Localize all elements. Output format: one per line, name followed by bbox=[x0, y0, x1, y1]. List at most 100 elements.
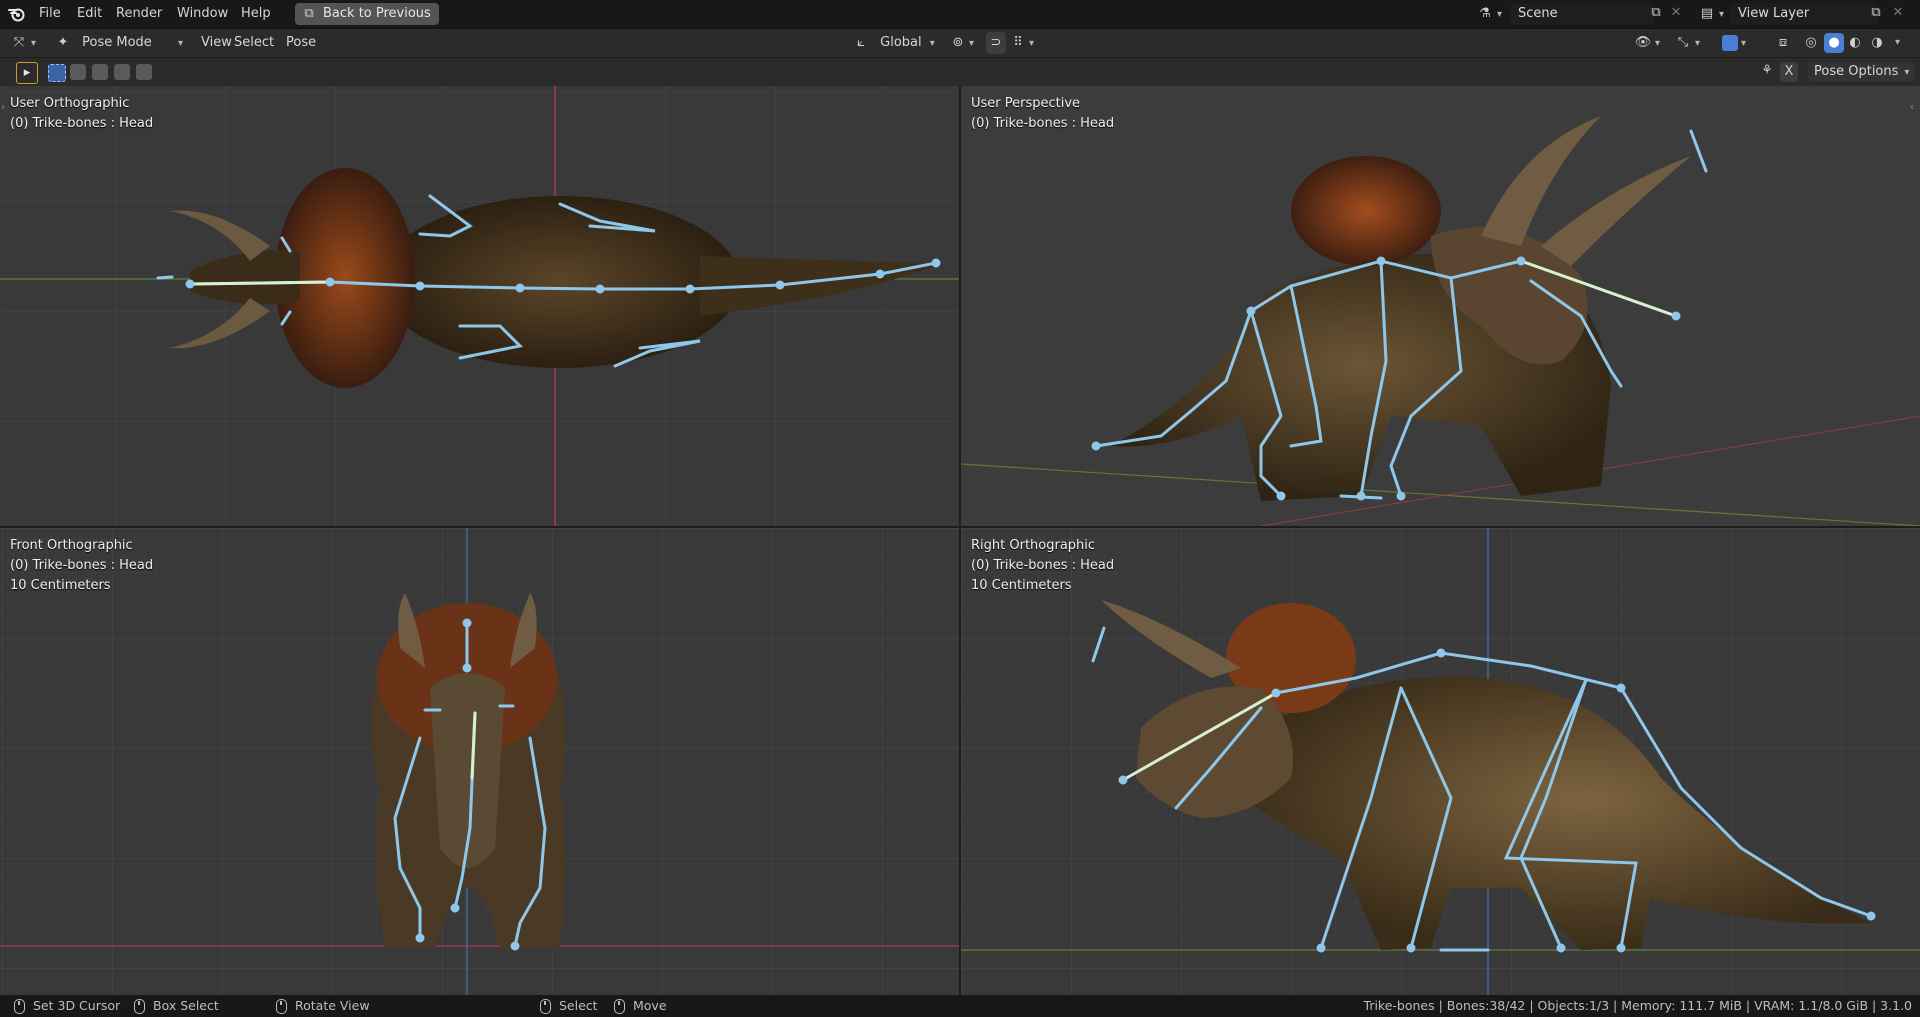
viewport-bottom-right[interactable]: Right Orthographic (0) Trike-bones : Hea… bbox=[961, 528, 1920, 995]
menu-help[interactable]: Help bbox=[234, 0, 278, 28]
sidebar-expand-icon[interactable]: ‹ bbox=[1910, 102, 1914, 113]
menu-render[interactable]: Render bbox=[109, 0, 169, 28]
view-name: User Perspective bbox=[971, 96, 1081, 111]
viewport-overlay-info: Right Orthographic (0) Trike-bones : Hea… bbox=[971, 536, 1114, 596]
xray-icon[interactable]: ⧈ bbox=[1774, 33, 1792, 53]
chevron-down-icon: ▾ bbox=[1904, 67, 1910, 78]
solid-shading-icon[interactable]: ● bbox=[1824, 33, 1844, 53]
pose-mode-icon: ✦ bbox=[57, 35, 69, 50]
mouse-left-icon bbox=[540, 999, 551, 1014]
chevron-down-icon: ▾ bbox=[1741, 38, 1747, 49]
status-hint-label: Select bbox=[559, 998, 598, 1013]
view-layer-selector[interactable]: ▤ ▾ bbox=[1698, 3, 1724, 25]
mirror-icon[interactable]: ⚘ bbox=[1758, 63, 1776, 78]
grid-scale: 10 Centimeters bbox=[971, 578, 1072, 593]
viewport-top-left[interactable]: User Orthographic (0) Trike-bones : Head bbox=[0, 86, 959, 526]
overlays-selector[interactable]: ▾ bbox=[1722, 33, 1746, 53]
active-object: (0) Trike-bones : Head bbox=[971, 116, 1115, 131]
editor-type-selector[interactable]: ⤧ ▾ bbox=[10, 32, 36, 54]
back-to-previous-button[interactable]: ⧉ Back to Previous bbox=[295, 3, 439, 25]
chevron-down-icon: ▾ bbox=[177, 38, 183, 49]
transform-orientation-selector[interactable]: ⟀ Global ▾ bbox=[852, 32, 935, 54]
scene-selector[interactable]: ⚗ ▾ bbox=[1476, 3, 1502, 25]
menu-file[interactable]: File bbox=[32, 0, 68, 28]
screen-back-icon: ⧉ bbox=[304, 6, 314, 21]
status-hint-move: Move bbox=[614, 995, 667, 1017]
set-new-selection-icon[interactable] bbox=[48, 64, 66, 82]
new-view-layer-icon[interactable]: ⧉ bbox=[1868, 5, 1884, 20]
viewport-grid bbox=[961, 116, 1920, 526]
active-object: (0) Trike-bones : Head bbox=[10, 558, 154, 573]
pivot-point-selector[interactable]: ⊚ ▾ bbox=[950, 32, 974, 54]
back-to-previous-label: Back to Previous bbox=[323, 6, 431, 21]
extend-selection-icon[interactable] bbox=[70, 64, 86, 80]
status-hint-set-3d-cursor: Set 3D Cursor bbox=[14, 995, 120, 1017]
visibility-selector[interactable]: 👁 ▾ bbox=[1634, 32, 1660, 54]
status-bar: Set 3D Cursor Box Select Rotate View Sel… bbox=[0, 995, 1920, 1017]
mode-selector[interactable]: ✦ Pose Mode ▾ bbox=[54, 32, 183, 54]
toolbar-expand-icon[interactable]: › bbox=[1, 102, 5, 113]
viewport-top-right[interactable]: User Perspective (0) Trike-bones : Head bbox=[961, 86, 1920, 526]
mouse-drag-icon bbox=[134, 999, 145, 1014]
chevron-down-icon: ▾ bbox=[1655, 38, 1661, 49]
wireframe-shading-icon[interactable]: ◎ bbox=[1802, 33, 1820, 53]
status-hint-label: Move bbox=[633, 998, 667, 1013]
viewport-overlay-info: Front Orthographic (0) Trike-bones : Hea… bbox=[10, 536, 153, 596]
close-icon[interactable]: ✕ bbox=[1668, 5, 1684, 20]
mouse-left-icon bbox=[14, 999, 25, 1014]
status-hint-label: Rotate View bbox=[295, 998, 370, 1013]
status-hint-label: Box Select bbox=[153, 998, 219, 1013]
orientation-label: Global bbox=[880, 35, 922, 50]
active-object: (0) Trike-bones : Head bbox=[10, 116, 154, 131]
view-layer-icon: ▤ bbox=[1700, 6, 1714, 21]
menu-pose[interactable]: Pose bbox=[279, 29, 323, 57]
eye-icon: 👁 bbox=[1634, 35, 1652, 50]
status-hint-label: Set 3D Cursor bbox=[33, 998, 121, 1013]
mouse-middle-icon bbox=[276, 999, 287, 1014]
viewport-grid bbox=[0, 86, 959, 526]
blender-logo-icon[interactable] bbox=[8, 6, 26, 22]
material-shading-icon[interactable]: ◐ bbox=[1846, 33, 1864, 53]
chevron-down-icon[interactable]: ▾ bbox=[1895, 37, 1900, 48]
pose-options-label: Pose Options bbox=[1814, 64, 1899, 79]
invert-selection-icon[interactable] bbox=[114, 64, 130, 80]
view-name: Right Orthographic bbox=[971, 538, 1096, 553]
gizmo-icon: ⤡ bbox=[1677, 35, 1689, 50]
chevron-down-icon: ▾ bbox=[1029, 38, 1035, 49]
menu-select[interactable]: Select bbox=[227, 29, 281, 57]
new-scene-icon[interactable]: ⧉ bbox=[1648, 5, 1664, 20]
menu-edit[interactable]: Edit bbox=[70, 0, 109, 28]
gizmo-selector[interactable]: ⤡ ▾ bbox=[1674, 32, 1700, 54]
chevron-down-icon: ▾ bbox=[929, 38, 935, 49]
overlays-icon bbox=[1722, 34, 1738, 51]
chevron-down-icon: ▾ bbox=[1695, 38, 1701, 49]
view-layer-name-field[interactable]: View Layer bbox=[1730, 3, 1878, 25]
pose-options-dropdown[interactable]: Pose Options ▾ bbox=[1808, 62, 1916, 82]
status-hint-rotate-view: Rotate View bbox=[276, 995, 370, 1017]
intersect-selection-icon[interactable] bbox=[136, 64, 152, 80]
snap-grid-icon: ⠿ bbox=[1013, 35, 1023, 50]
viewport-overlay-info: User Orthographic (0) Trike-bones : Head bbox=[10, 94, 153, 134]
view-name: User Orthographic bbox=[10, 96, 130, 111]
viewport-grid bbox=[961, 528, 1920, 995]
viewport-grid bbox=[0, 528, 959, 995]
close-icon[interactable]: ✕ bbox=[1890, 5, 1906, 20]
scene-name-field[interactable]: Scene bbox=[1510, 3, 1654, 25]
select-box-icon[interactable]: ▸ bbox=[16, 62, 38, 84]
scene-statistics: Trike-bones | Bones:38/42 | Objects:1/3 … bbox=[1363, 998, 1912, 1013]
snap-toggle-icon[interactable]: ⊃ bbox=[986, 32, 1006, 54]
chevron-down-icon: ▾ bbox=[1497, 9, 1503, 20]
snap-settings[interactable]: ⠿ ▾ bbox=[1010, 32, 1034, 54]
subtract-selection-icon[interactable] bbox=[92, 64, 108, 80]
viewport-header: ⤧ ▾ ✦ Pose Mode ▾ View Select Pose ⟀ Glob… bbox=[0, 29, 1920, 57]
scene-icon: ⚗ bbox=[1479, 6, 1491, 21]
3d-viewport-icon: ⤧ bbox=[13, 35, 25, 50]
status-hint-box-select: Box Select bbox=[134, 995, 219, 1017]
viewport-overlay-info: User Perspective (0) Trike-bones : Head bbox=[971, 94, 1114, 134]
viewport-bottom-left[interactable]: Front Orthographic (0) Trike-bones : Hea… bbox=[0, 528, 959, 995]
menu-window[interactable]: Window bbox=[170, 0, 235, 28]
chevron-down-icon: ▾ bbox=[1719, 9, 1725, 20]
active-object: (0) Trike-bones : Head bbox=[971, 558, 1115, 573]
x-mirror-toggle[interactable]: X bbox=[1780, 62, 1798, 82]
rendered-shading-icon[interactable]: ◑ bbox=[1868, 33, 1886, 53]
